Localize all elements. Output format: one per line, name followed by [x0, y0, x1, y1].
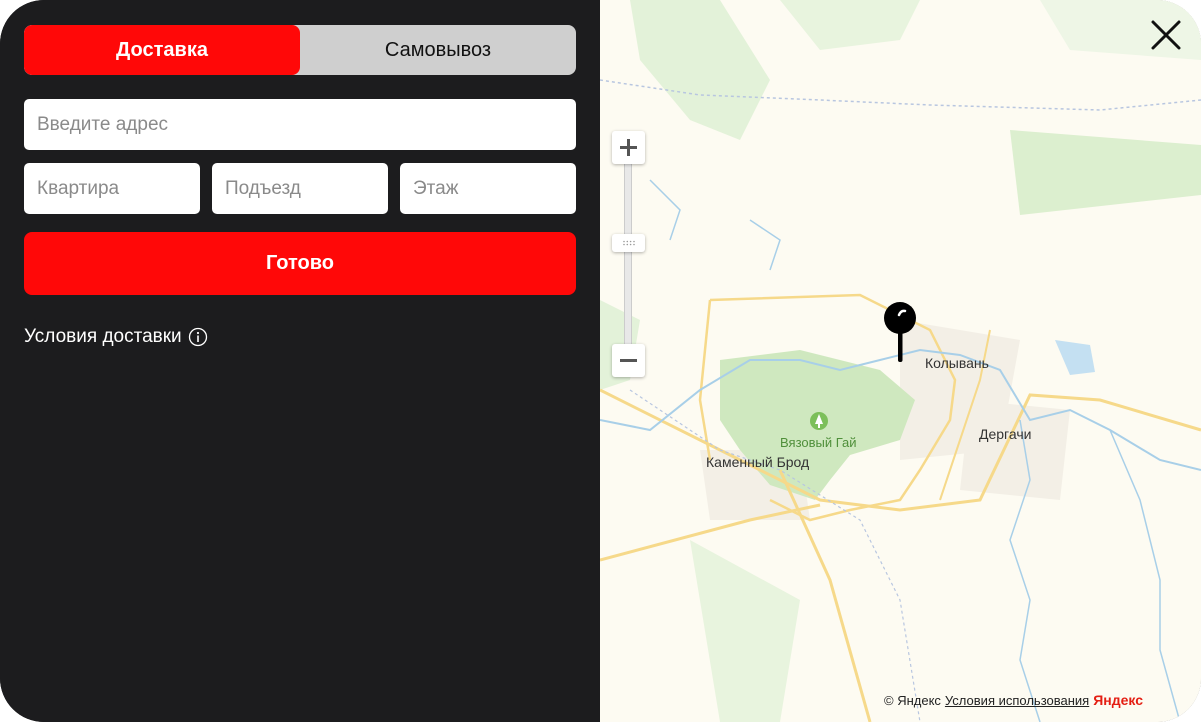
- apartment-input[interactable]: [24, 163, 200, 214]
- plus-icon: [620, 139, 637, 156]
- entrance-input[interactable]: [212, 163, 388, 214]
- delivery-form-panel: Доставка Самовывоз Готово Условия достав…: [0, 0, 600, 722]
- close-icon[interactable]: [1148, 17, 1184, 53]
- map-pin-icon[interactable]: [882, 302, 918, 362]
- map-label-park: Вязовый Гай: [780, 435, 857, 450]
- zoom-out-button[interactable]: [612, 344, 645, 377]
- grip-icon: [622, 240, 635, 246]
- floor-input[interactable]: [400, 163, 576, 214]
- minus-icon: [620, 359, 637, 362]
- terms-of-use-link[interactable]: Условия использования: [945, 693, 1089, 708]
- map-area[interactable]: Колывань Дергачи Вязовый Гай Каменный Бр…: [600, 0, 1201, 722]
- map-label-kamenny-brod: Каменный Брод: [706, 454, 810, 470]
- address-input[interactable]: [24, 99, 576, 150]
- info-icon[interactable]: [188, 327, 208, 347]
- done-button[interactable]: Готово: [24, 232, 576, 295]
- zoom-in-button[interactable]: [612, 131, 645, 164]
- yandex-logo[interactable]: Яндекс: [1093, 692, 1143, 708]
- delivery-mode-tabs: Доставка Самовывоз: [24, 25, 576, 75]
- delivery-terms-link[interactable]: Условия доставки: [24, 326, 208, 348]
- delivery-terms-label: Условия доставки: [24, 326, 182, 347]
- tab-pickup[interactable]: Самовывоз: [300, 25, 576, 75]
- map-copyright: © Яндекс Условия использования Яндекс: [884, 692, 1143, 708]
- copyright-text: © Яндекс: [884, 692, 941, 708]
- delivery-modal: Доставка Самовывоз Готово Условия достав…: [0, 0, 1201, 722]
- zoom-slider-track[interactable]: [624, 164, 632, 344]
- map-label-dergachi: Дергачи: [979, 426, 1032, 442]
- map-label-kolyvan: Колывань: [925, 355, 989, 371]
- tab-delivery[interactable]: Доставка: [24, 25, 300, 75]
- zoom-slider-handle[interactable]: [612, 234, 645, 252]
